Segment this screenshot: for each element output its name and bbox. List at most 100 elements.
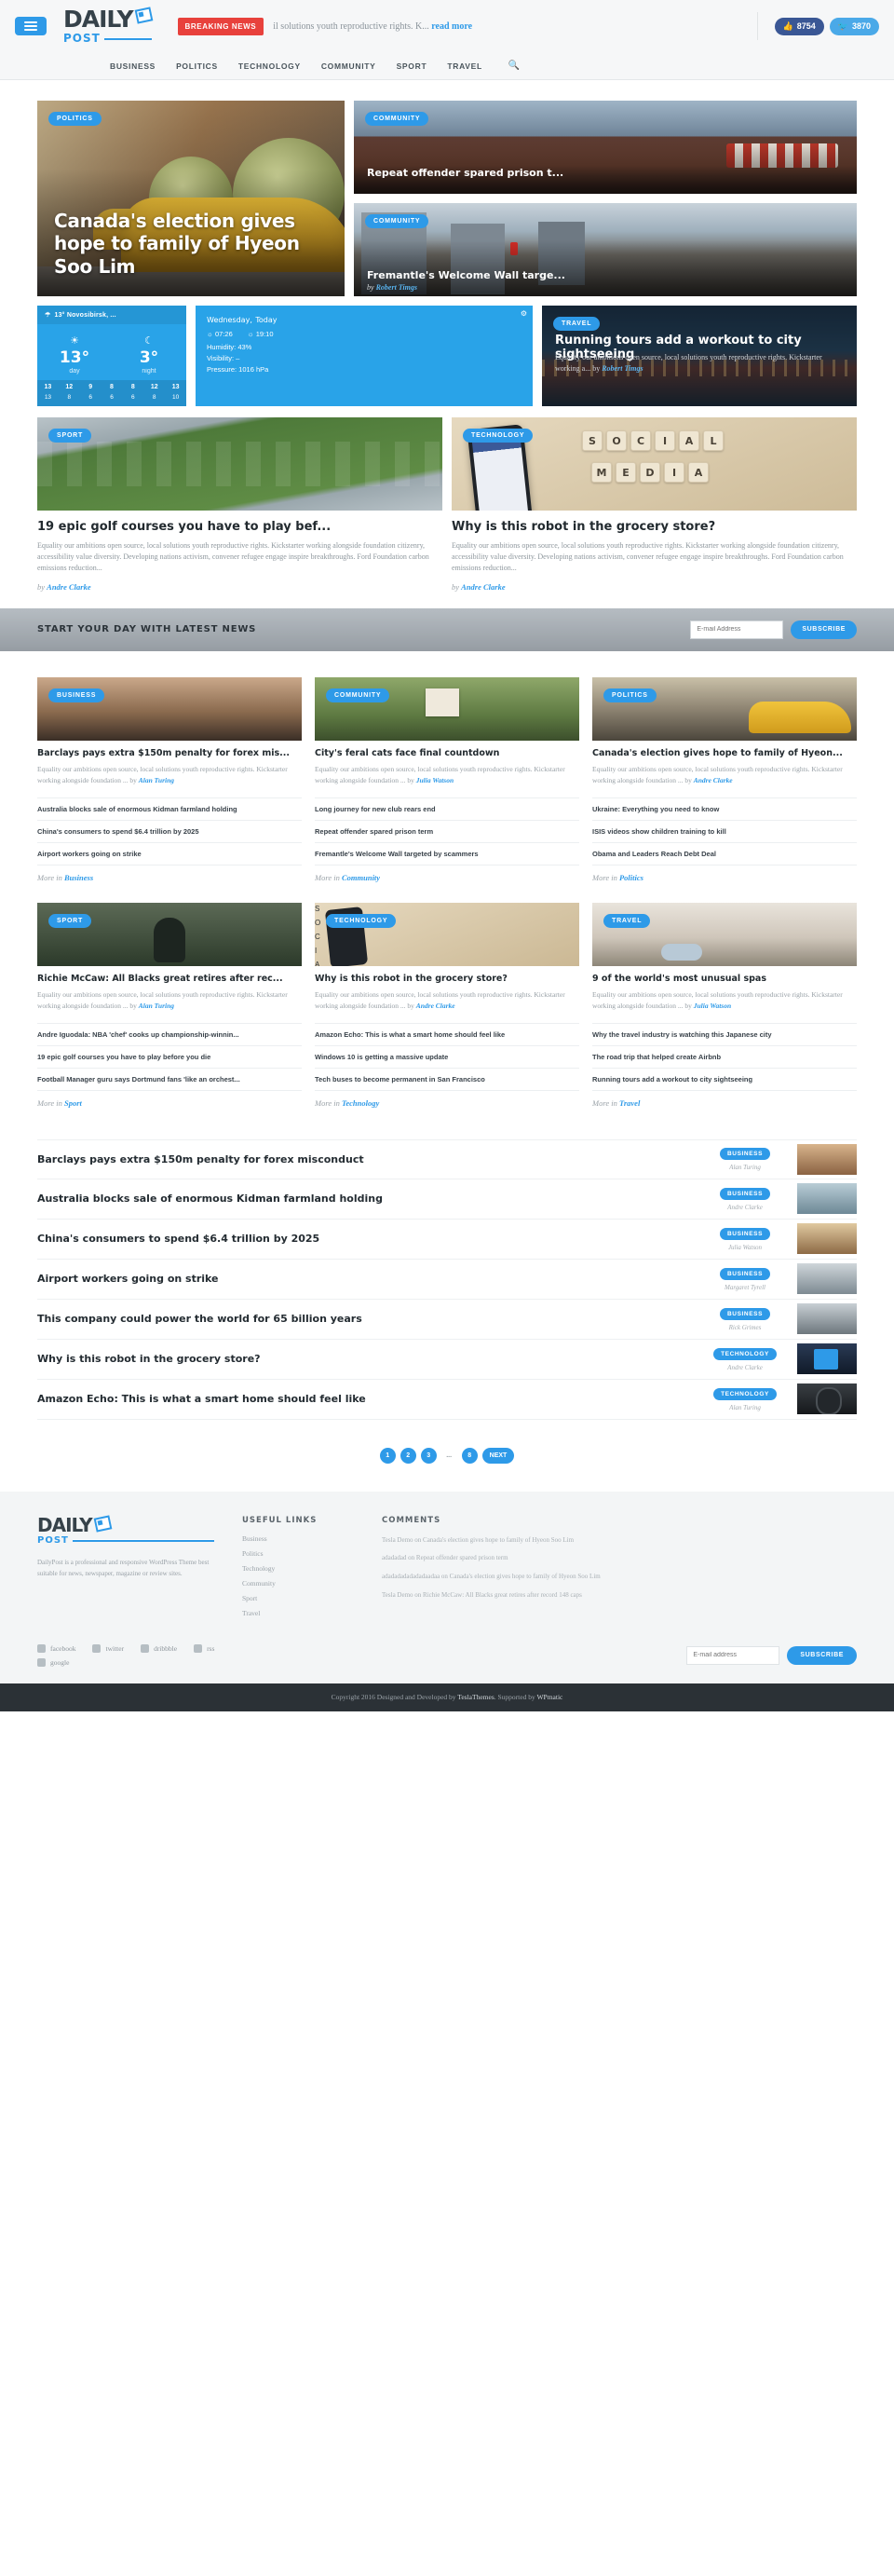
read-more-link[interactable]: read more: [431, 21, 472, 32]
list-item[interactable]: The road trip that helped create Airbnb: [592, 1046, 857, 1069]
block-image-community[interactable]: COMMUNITY: [315, 676, 579, 741]
block-title-technology[interactable]: Why is this robot in the grocery store?: [315, 974, 579, 985]
footer-link-politics[interactable]: Politics: [242, 1549, 354, 1558]
list-item[interactable]: China's consumers to spend $6.4 trillion…: [37, 821, 302, 843]
status-badge[interactable]: TECHNOLOGY: [713, 1347, 777, 1360]
hamburger-icon[interactable]: [15, 17, 47, 35]
block-title-sport[interactable]: Richie McCaw: All Blacks great retires a…: [37, 974, 302, 985]
list-item[interactable]: Ukraine: Everything you need to know: [592, 798, 857, 821]
nav-item-politics[interactable]: POLITICS: [176, 61, 218, 71]
search-icon[interactable]: 🔍: [508, 61, 520, 71]
hero-category-badge[interactable]: POLITICS: [48, 112, 102, 126]
side-card-title-1[interactable]: Repeat offender spared prison t...: [367, 167, 844, 179]
list-article-title[interactable]: This company could power the world for 6…: [37, 1313, 702, 1325]
list-item[interactable]: Australia blocks sale of enormous Kidman…: [37, 798, 302, 821]
subscribe-email-input[interactable]: [690, 620, 784, 639]
block-more-sport[interactable]: More in Sport: [37, 1098, 302, 1108]
nav-item-community[interactable]: COMMUNITY: [321, 61, 376, 71]
table-row[interactable]: Why is this robot in the grocery store? …: [37, 1340, 857, 1380]
list-item[interactable]: Andre Iguodala: NBA 'chef' cooks up cham…: [37, 1024, 302, 1046]
nav-item-travel[interactable]: TRAVEL: [447, 61, 482, 71]
list-item[interactable]: Running tours add a workout to city sigh…: [592, 1069, 857, 1091]
block-title-community[interactable]: City's feral cats face final countdown: [315, 748, 579, 759]
list-item[interactable]: Windows 10 is getting a massive update: [315, 1046, 579, 1069]
facebook-like-button[interactable]: 👍 8754: [774, 17, 824, 35]
list-item[interactable]: Tech buses to become permanent in San Fr…: [315, 1069, 579, 1091]
status-badge[interactable]: BUSINESS: [719, 1267, 771, 1280]
google-link[interactable]: google: [37, 1657, 69, 1667]
feature-badge-1[interactable]: SPORT: [48, 429, 92, 443]
footer-subscribe-button[interactable]: SUBSCRIBE: [787, 1645, 857, 1665]
feature-badge-2[interactable]: TECHNOLOGY: [463, 429, 534, 443]
footer-link-technology[interactable]: Technology: [242, 1564, 354, 1573]
table-row[interactable]: This company could power the world for 6…: [37, 1300, 857, 1340]
twitter-link[interactable]: twitter: [92, 1643, 124, 1653]
list-item[interactable]: Obama and Leaders Reach Debt Deal: [592, 843, 857, 865]
block-badge-travel[interactable]: TRAVEL: [603, 913, 651, 928]
list-item[interactable]: 19 epic golf courses you have to play be…: [37, 1046, 302, 1069]
twitter-follow-button[interactable]: 🐦 3870: [829, 17, 879, 35]
list-item[interactable]: Fremantle's Welcome Wall targeted by sca…: [315, 843, 579, 865]
next-page-button[interactable]: NEXT: [481, 1447, 515, 1464]
table-row[interactable]: Amazon Echo: This is what a smart home s…: [37, 1380, 857, 1420]
list-item[interactable]: Repeat offender spared prison term: [315, 821, 579, 843]
page-last-button[interactable]: 8: [461, 1447, 478, 1464]
list-article-thumbnail[interactable]: [797, 1303, 857, 1335]
block-more-community[interactable]: More in Community: [315, 873, 579, 882]
footer-comment[interactable]: adadadad on Repeat offender spared priso…: [382, 1552, 633, 1564]
list-article-thumbnail[interactable]: [797, 1263, 857, 1295]
list-item[interactable]: Why the travel industry is watching this…: [592, 1024, 857, 1046]
footer-comment[interactable]: Tesla Demo on Richie McCaw: All Blacks g…: [382, 1589, 633, 1601]
list-item[interactable]: Airport workers going on strike: [37, 843, 302, 865]
footer-link-community[interactable]: Community: [242, 1579, 354, 1588]
nav-item-business[interactable]: BUSINESS: [110, 61, 156, 71]
status-badge[interactable]: BUSINESS: [719, 1148, 771, 1161]
block-more-politics[interactable]: More in Politics: [592, 873, 857, 882]
block-title-travel[interactable]: 9 of the world's most unusual spas: [592, 974, 857, 985]
block-image-technology[interactable]: S O C I A L M E D I A TECHNOLOGY: [315, 902, 579, 966]
list-article-title[interactable]: Airport workers going on strike: [37, 1273, 702, 1285]
list-article-title[interactable]: China's consumers to spend $6.4 trillion…: [37, 1233, 702, 1245]
block-badge-business[interactable]: BUSINESS: [48, 688, 105, 702]
list-item[interactable]: ISIS videos show children training to ki…: [592, 821, 857, 843]
side-card-badge-1[interactable]: COMMUNITY: [365, 112, 429, 126]
list-article-title[interactable]: Why is this robot in the grocery store?: [37, 1353, 702, 1365]
hero-side-card-1[interactable]: COMMUNITY Repeat offender spared prison …: [354, 101, 857, 194]
block-image-politics[interactable]: POLITICS: [592, 676, 857, 741]
block-more-travel[interactable]: More in Travel: [592, 1098, 857, 1108]
block-badge-sport[interactable]: SPORT: [48, 913, 92, 928]
table-row[interactable]: Airport workers going on strike BUSINESS…: [37, 1260, 857, 1300]
list-article-title[interactable]: Amazon Echo: This is what a smart home s…: [37, 1393, 702, 1405]
footer-email-input[interactable]: [686, 1645, 780, 1665]
facebook-link[interactable]: facebook: [37, 1643, 75, 1653]
footer-link-sport[interactable]: Sport: [242, 1594, 354, 1602]
footer-link-travel[interactable]: Travel: [242, 1609, 354, 1617]
side-card-title-2[interactable]: Fremantle's Welcome Wall targe...: [367, 269, 844, 281]
list-article-title[interactable]: Barclays pays extra $150m penalty for fo…: [37, 1153, 702, 1165]
block-title-business[interactable]: Barclays pays extra $150m penalty for fo…: [37, 748, 302, 759]
status-badge[interactable]: BUSINESS: [719, 1307, 771, 1320]
page-3-button[interactable]: 3: [420, 1447, 437, 1464]
site-logo[interactable]: DAILY POST: [63, 7, 152, 45]
block-more-business[interactable]: More in Business: [37, 873, 302, 882]
travel-feature-badge[interactable]: TRAVEL: [553, 317, 601, 331]
status-badge[interactable]: BUSINESS: [719, 1187, 771, 1200]
travel-feature-author[interactable]: Robert Timgs: [602, 364, 643, 373]
block-image-sport[interactable]: SPORT: [37, 902, 302, 966]
table-row[interactable]: Australia blocks sale of enormous Kidman…: [37, 1179, 857, 1220]
side-card-badge-2[interactable]: COMMUNITY: [365, 214, 429, 228]
list-article-thumbnail[interactable]: [797, 1183, 857, 1215]
list-article-thumbnail[interactable]: [797, 1143, 857, 1175]
table-row[interactable]: China's consumers to spend $6.4 trillion…: [37, 1220, 857, 1260]
list-article-title[interactable]: Australia blocks sale of enormous Kidman…: [37, 1193, 702, 1205]
footer-comment[interactable]: Tesla Demo on Canada's election gives ho…: [382, 1534, 633, 1547]
list-item[interactable]: Football Manager guru says Dortmund fans…: [37, 1069, 302, 1091]
gear-icon[interactable]: ⚙: [521, 309, 527, 318]
feature-title-1[interactable]: 19 epic golf courses you have to play be…: [37, 520, 442, 535]
list-article-thumbnail[interactable]: [797, 1223, 857, 1255]
rss-link[interactable]: rss: [194, 1643, 214, 1653]
feature-article-2[interactable]: S O C I A L M E D I A TECHNOLOGY Why is …: [452, 417, 857, 592]
feature-title-2[interactable]: Why is this robot in the grocery store?: [452, 520, 857, 535]
travel-feature-card[interactable]: TRAVEL Running tours add a workout to ci…: [542, 306, 857, 406]
footer-link-business[interactable]: Business: [242, 1534, 354, 1543]
